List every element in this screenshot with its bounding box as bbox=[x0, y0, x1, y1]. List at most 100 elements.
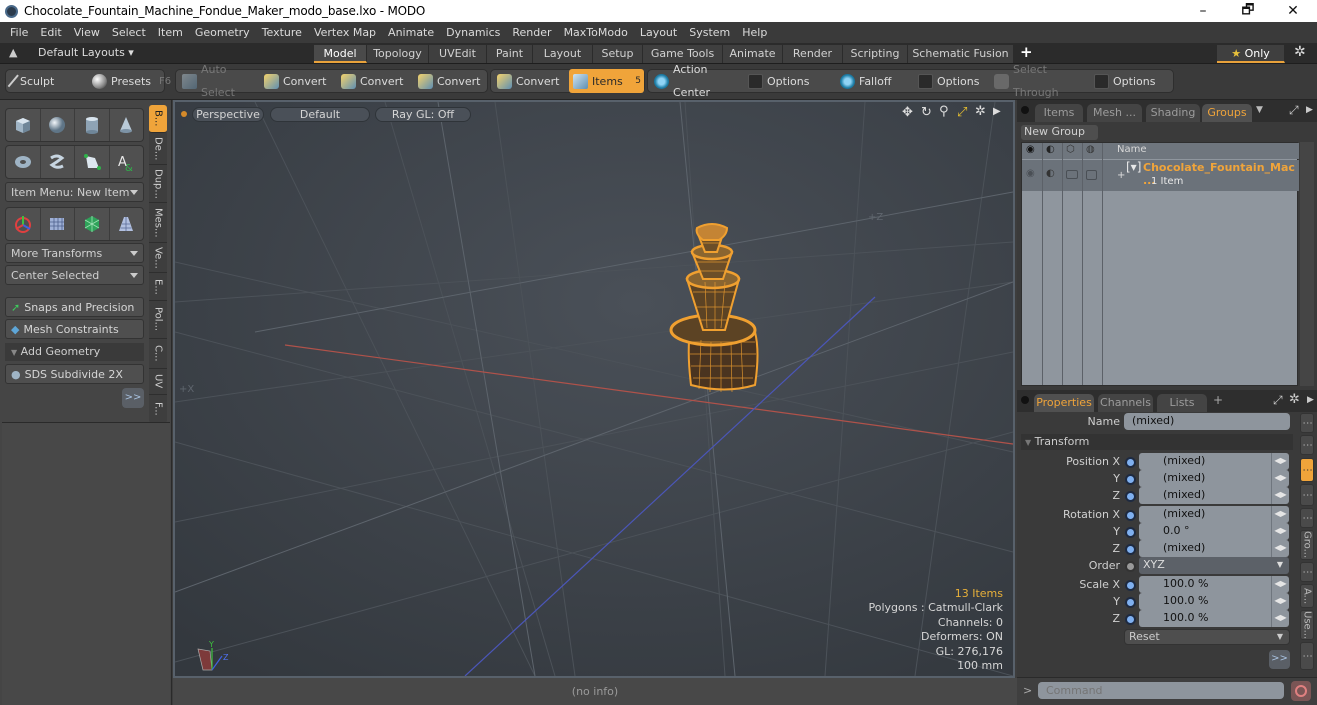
vtab-polygon[interactable]: Pol... bbox=[149, 301, 167, 339]
menu-animate[interactable]: Animate bbox=[382, 26, 440, 39]
text-tool[interactable]: A & bbox=[110, 146, 144, 178]
drag-arrows-icon[interactable]: ◀▶ bbox=[1271, 523, 1289, 540]
raygl-button[interactable]: Ray GL: Off bbox=[375, 107, 471, 122]
scale-x-field[interactable]: 100.0 % ◀▶ bbox=[1139, 576, 1289, 593]
items-mode-button[interactable]: Items 5 bbox=[569, 69, 644, 93]
expand-plus-icon[interactable]: + bbox=[1117, 170, 1125, 181]
shading-mode-button[interactable]: Default bbox=[270, 107, 370, 122]
sphere-tool[interactable] bbox=[41, 109, 75, 141]
row-visibility-icon[interactable]: ◉ bbox=[1026, 168, 1035, 179]
position-z-keyframe-dot[interactable] bbox=[1125, 491, 1136, 502]
menu-texture[interactable]: Texture bbox=[256, 26, 308, 39]
only-toggle[interactable]: ★ Only bbox=[1217, 45, 1285, 63]
visibility-eye-icon[interactable]: ◉ bbox=[1026, 144, 1035, 155]
tab-items[interactable]: Items bbox=[1035, 104, 1083, 122]
rotation-x-field[interactable]: (mixed) ◀▶ bbox=[1139, 506, 1289, 523]
mesh-constraints-button[interactable]: ◆ Mesh Constraints bbox=[5, 319, 144, 339]
capsule-tool[interactable] bbox=[41, 146, 75, 178]
maximize-panel-icon[interactable]: ⤢ bbox=[1273, 393, 1283, 408]
tab-render[interactable]: Render bbox=[783, 45, 843, 63]
menu-vertex-map[interactable]: Vertex Map bbox=[308, 26, 382, 39]
add-geometry-section[interactable]: ▼ Add Geometry bbox=[5, 343, 144, 361]
viewport-indicator-dot[interactable] bbox=[181, 111, 187, 117]
rotate-icon[interactable]: ↻ bbox=[921, 105, 932, 120]
fit-view-icon[interactable]: ⤢ bbox=[957, 105, 967, 120]
menu-view[interactable]: View bbox=[68, 26, 106, 39]
tab-model[interactable]: Model bbox=[314, 45, 367, 63]
cylinder-tool[interactable] bbox=[75, 109, 110, 141]
action-center-button[interactable]: Action Center bbox=[650, 63, 742, 99]
maximize-panel-icon[interactable]: ⤢ bbox=[1289, 103, 1299, 118]
rotation-z-field[interactable]: (mixed) ◀▶ bbox=[1139, 540, 1289, 557]
drag-arrows-icon[interactable]: ◀▶ bbox=[1271, 506, 1289, 523]
center-selected-dropdown[interactable]: Center Selected bbox=[5, 265, 144, 285]
menu-edit[interactable]: Edit bbox=[34, 26, 67, 39]
group-row[interactable]: ◉ ◐ + [▾] Chocolate_Fountain_Mac ... 1 I… bbox=[1022, 160, 1299, 191]
position-y-keyframe-dot[interactable] bbox=[1125, 474, 1136, 485]
drag-arrows-icon[interactable]: ◀▶ bbox=[1271, 610, 1289, 627]
render-icon[interactable]: ◐ bbox=[1046, 144, 1055, 155]
tab-schematic-fusion[interactable]: Schematic Fusion bbox=[908, 45, 1014, 63]
vtab-basic[interactable]: B... bbox=[149, 105, 167, 133]
snaps-precision-button[interactable]: ➚ Snaps and Precision bbox=[5, 297, 144, 317]
side-tab-3[interactable]: ⋮ bbox=[1300, 484, 1314, 506]
new-group-button[interactable]: New Group bbox=[1021, 125, 1098, 140]
menu-geometry[interactable]: Geometry bbox=[189, 26, 256, 39]
layouts-up-icon[interactable]: ▲ bbox=[9, 46, 17, 59]
command-input[interactable] bbox=[1038, 682, 1284, 699]
position-x-keyframe-dot[interactable] bbox=[1125, 457, 1136, 468]
scale-z-field[interactable]: 100.0 % ◀▶ bbox=[1139, 610, 1289, 627]
tab-channels[interactable]: Channels bbox=[1098, 394, 1153, 412]
side-tab-4[interactable]: ⋮ bbox=[1300, 508, 1314, 528]
convert-items-button[interactable]: Convert bbox=[493, 69, 565, 93]
tab-layout[interactable]: Layout bbox=[533, 45, 593, 63]
more-transforms-dropdown[interactable]: More Transforms bbox=[5, 243, 144, 263]
position-z-field[interactable]: (mixed) ◀▶ bbox=[1139, 487, 1289, 504]
vtab-mesh-edit[interactable]: Mes... bbox=[149, 203, 167, 243]
record-macro-button[interactable] bbox=[1291, 681, 1311, 701]
transform-tool[interactable] bbox=[6, 208, 41, 240]
tab-scripting[interactable]: Scripting bbox=[843, 45, 908, 63]
drag-arrows-icon[interactable]: ◀▶ bbox=[1271, 470, 1289, 487]
3d-viewport[interactable]: +X +Z Y Z Perspective Default Ray GL: Of… bbox=[173, 100, 1015, 678]
row-render-icon[interactable]: ◐ bbox=[1046, 168, 1055, 179]
vtab-fusion[interactable]: F... bbox=[149, 395, 167, 423]
pen-tool[interactable] bbox=[75, 146, 110, 178]
scale-y-keyframe-dot[interactable] bbox=[1125, 597, 1136, 608]
position-y-field[interactable]: (mixed) ◀▶ bbox=[1139, 470, 1289, 487]
vtab-deform[interactable]: De... bbox=[149, 133, 167, 165]
viewport-settings-gear-icon[interactable]: ✲ bbox=[975, 104, 986, 119]
reset-dropdown[interactable]: Reset ▼ bbox=[1124, 629, 1290, 645]
grid-tool[interactable] bbox=[41, 208, 75, 240]
drag-arrows-icon[interactable]: ◀▶ bbox=[1271, 593, 1289, 610]
view-mode-button[interactable]: Perspective bbox=[192, 107, 264, 122]
menu-help[interactable]: Help bbox=[736, 26, 773, 39]
select-through-button[interactable]: Select Through bbox=[990, 63, 1088, 99]
row-select-toggle[interactable] bbox=[1086, 170, 1097, 180]
taper-tool[interactable] bbox=[110, 208, 144, 240]
viewport-menu-arrow-icon[interactable]: ▶ bbox=[993, 106, 1001, 117]
drag-arrows-icon[interactable]: ◀▶ bbox=[1271, 540, 1289, 557]
cube-tool[interactable] bbox=[6, 109, 41, 141]
side-tab-user[interactable]: Use... bbox=[1300, 610, 1314, 640]
rotation-y-field[interactable]: 0.0 ° ◀▶ bbox=[1139, 523, 1289, 540]
pan-icon[interactable]: ✥ bbox=[902, 105, 913, 120]
layout-settings-gear-icon[interactable]: ✲ bbox=[1294, 44, 1306, 60]
menu-item[interactable]: Item bbox=[152, 26, 189, 39]
transform-section[interactable]: ▼ Transform bbox=[1021, 434, 1293, 450]
falloff-button[interactable]: Falloff bbox=[836, 69, 914, 93]
menu-dynamics[interactable]: Dynamics bbox=[440, 26, 506, 39]
zoom-icon[interactable]: ⚲ bbox=[939, 104, 949, 119]
restore-button[interactable]: 🗗 bbox=[1225, 0, 1271, 22]
panel-menu-arrow-icon[interactable]: ▶ bbox=[1306, 105, 1313, 115]
sculpt-button[interactable]: Sculpt bbox=[7, 69, 83, 93]
order-dot[interactable] bbox=[1125, 561, 1136, 572]
expand-properties-button[interactable]: >> bbox=[1269, 650, 1290, 669]
convert-vertices-button[interactable]: Convert bbox=[260, 69, 335, 93]
position-x-field[interactable]: (mixed) ◀▶ bbox=[1139, 453, 1289, 470]
side-tab-groups[interactable]: Gro... bbox=[1300, 530, 1314, 560]
rotation-z-keyframe-dot[interactable] bbox=[1125, 544, 1136, 555]
vtab-uv[interactable]: UV bbox=[149, 369, 167, 395]
tab-lists[interactable]: Lists bbox=[1157, 394, 1207, 412]
cone-tool[interactable] bbox=[110, 109, 144, 141]
